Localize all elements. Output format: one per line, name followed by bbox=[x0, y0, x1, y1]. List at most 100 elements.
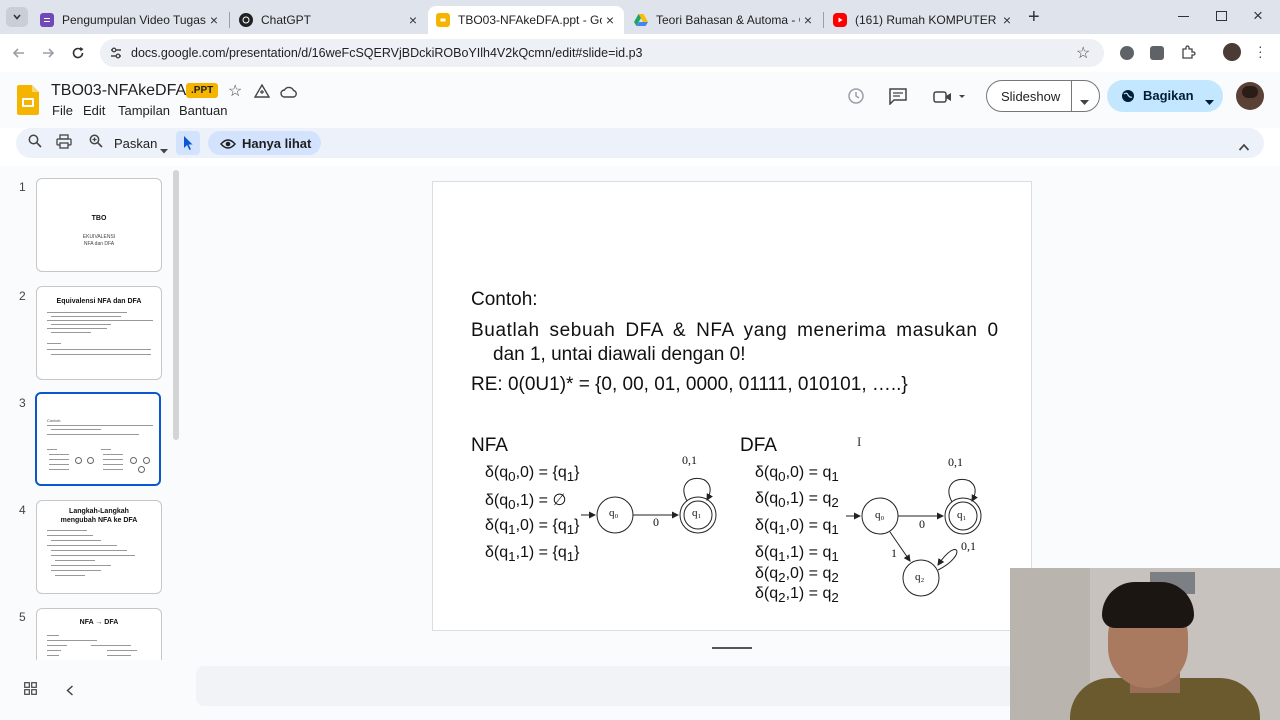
browser-menu-icon[interactable]: · · · bbox=[1258, 39, 1263, 63]
nfa-transition: δ(q1,0) = {q1} bbox=[485, 517, 580, 538]
extensions-puzzle-icon[interactable] bbox=[1180, 44, 1196, 65]
thumb-text-line bbox=[51, 354, 151, 355]
menu-edit[interactable]: Edit bbox=[83, 103, 105, 118]
restore-icon[interactable] bbox=[1216, 11, 1227, 21]
thumb-text-line bbox=[49, 464, 69, 465]
close-icon[interactable]: × bbox=[405, 12, 421, 28]
close-icon[interactable]: × bbox=[999, 12, 1015, 28]
back-icon[interactable] bbox=[8, 42, 30, 64]
move-to-folder-icon[interactable] bbox=[253, 83, 271, 103]
dfa-state-q2: q₂ bbox=[915, 571, 925, 583]
url-text: docs.google.com/presentation/d/16weFcSQE… bbox=[131, 46, 643, 60]
zoom-select[interactable]: Paskan bbox=[114, 136, 157, 151]
dfa-edge-label-0: 0 bbox=[919, 517, 925, 531]
print-icon[interactable] bbox=[56, 134, 72, 152]
bookmark-star-icon[interactable]: ☆ bbox=[1076, 43, 1090, 63]
tab-search-button[interactable] bbox=[6, 7, 28, 27]
share-button[interactable]: Bagikan bbox=[1107, 80, 1223, 112]
dfa-state-q0: q₀ bbox=[875, 509, 885, 521]
version-history-icon[interactable] bbox=[847, 87, 865, 110]
site-info-icon[interactable] bbox=[109, 46, 123, 65]
thumb-text-line bbox=[47, 320, 153, 321]
thumb-text-line bbox=[47, 425, 153, 426]
slideshow-button[interactable]: Slideshow bbox=[986, 80, 1100, 112]
nfa-state-q1: q₁ bbox=[692, 507, 702, 519]
chevron-down-icon[interactable] bbox=[1205, 93, 1214, 111]
thumb-text-line bbox=[103, 459, 123, 460]
slide-thumbnail-selected[interactable]: Contoh: bbox=[35, 392, 161, 486]
thumb-text-line bbox=[51, 565, 111, 566]
document-title[interactable]: TBO03-NFAkeDFA bbox=[51, 82, 186, 100]
thumb-text-line bbox=[51, 324, 111, 325]
select-tool-button[interactable] bbox=[176, 131, 200, 155]
chevron-down-icon[interactable] bbox=[160, 141, 168, 159]
close-icon[interactable]: × bbox=[800, 12, 816, 28]
thumb-text-line bbox=[47, 545, 117, 546]
address-bar[interactable]: docs.google.com/presentation/d/16weFcSQE… bbox=[100, 39, 1104, 67]
slide-thumbnail[interactable]: Equivalensi NFA dan DFA bbox=[36, 286, 162, 380]
thumb-text-line bbox=[47, 328, 107, 329]
thumb-title: TBO bbox=[91, 215, 107, 222]
menu-file[interactable]: File bbox=[52, 103, 73, 118]
browser-tab[interactable]: Teori Bahasan & Automa - Goo × bbox=[626, 6, 822, 34]
tab-title: Pengumpulan Video Tugas TEO bbox=[62, 13, 206, 27]
nfa-edge-label: 0 bbox=[653, 515, 659, 529]
browser-tab[interactable]: Pengumpulan Video Tugas TEO × bbox=[32, 6, 228, 34]
reload-icon[interactable] bbox=[67, 42, 89, 64]
slide-thumbnail[interactable]: Langkah-Langkah mengubah NFA ke DFA bbox=[36, 500, 162, 594]
thumb-state bbox=[143, 457, 150, 464]
slides-logo-icon[interactable] bbox=[17, 85, 39, 120]
thumb-text-line bbox=[51, 540, 101, 541]
star-icon[interactable]: ☆ bbox=[228, 81, 242, 101]
thumb-text-line bbox=[47, 349, 151, 350]
thumb-text-line bbox=[47, 650, 61, 651]
youtube-icon bbox=[833, 13, 847, 27]
close-icon[interactable]: × bbox=[206, 12, 222, 28]
text-cursor-icon: I bbox=[857, 434, 862, 449]
browser-tab[interactable]: ChatGPT × bbox=[231, 6, 427, 34]
cloud-status-icon[interactable] bbox=[280, 85, 298, 103]
meet-camera-icon[interactable] bbox=[933, 90, 965, 109]
new-tab-button[interactable]: + bbox=[1028, 6, 1040, 29]
chevron-down-icon[interactable] bbox=[1080, 93, 1089, 111]
thumb-text-line bbox=[103, 469, 123, 470]
thumb-text-line bbox=[49, 459, 69, 460]
zoom-icon[interactable] bbox=[89, 134, 103, 151]
minimize-icon[interactable] bbox=[1178, 16, 1189, 17]
comments-icon[interactable] bbox=[889, 88, 907, 110]
window-close-icon[interactable]: × bbox=[1253, 6, 1263, 26]
thumb-state bbox=[75, 457, 82, 464]
search-icon[interactable] bbox=[28, 134, 42, 151]
menu-tampilan[interactable]: Tampilan bbox=[118, 103, 170, 118]
filmstrip-scrollbar[interactable] bbox=[173, 170, 179, 440]
thumb-text-line bbox=[103, 464, 123, 465]
forward-icon[interactable] bbox=[37, 42, 59, 64]
thumb-text-line bbox=[47, 343, 61, 344]
browser-tab-strip: Pengumpulan Video Tugas TEO × ChatGPT × … bbox=[0, 0, 1280, 34]
extension-icon[interactable] bbox=[1120, 46, 1134, 60]
thumb-text-line bbox=[51, 332, 91, 333]
browser-tab-active[interactable]: TBO03-NFAkeDFA.ppt - Google × bbox=[428, 6, 624, 34]
profile-avatar[interactable] bbox=[1223, 43, 1241, 61]
grid-view-icon[interactable] bbox=[24, 682, 37, 700]
view-only-mode-button[interactable]: Hanya lihat bbox=[208, 131, 321, 155]
nfa-transition: δ(q0,1) = ∅ bbox=[485, 492, 567, 513]
thumb-text-line bbox=[49, 469, 69, 470]
thumb-text-line bbox=[47, 535, 93, 536]
canvas-scroll-handle[interactable] bbox=[712, 647, 752, 649]
eye-icon bbox=[220, 137, 236, 155]
close-icon[interactable]: × bbox=[602, 12, 618, 28]
tab-title: ChatGPT bbox=[261, 13, 312, 27]
dfa-state-q1: q₁ bbox=[957, 509, 967, 521]
thumb-text-line bbox=[103, 454, 123, 455]
account-avatar[interactable] bbox=[1236, 82, 1264, 110]
slide-thumbnail[interactable]: TBO EKUIVALENSI NFA dan DFA bbox=[36, 178, 162, 272]
menu-bantuan[interactable]: Bantuan bbox=[179, 103, 227, 118]
extension-icon[interactable] bbox=[1150, 46, 1164, 60]
collapse-filmstrip-icon[interactable] bbox=[66, 683, 74, 701]
dfa-transition: δ(q0,0) = q1 bbox=[755, 464, 839, 485]
slide-thumbnail[interactable]: NFA → DFA bbox=[36, 608, 162, 660]
browser-tab[interactable]: (161) Rumah KOMPUTER - YouT × bbox=[825, 6, 1021, 34]
chevron-up-icon[interactable] bbox=[1238, 138, 1250, 156]
thumb-text-line bbox=[47, 640, 97, 641]
